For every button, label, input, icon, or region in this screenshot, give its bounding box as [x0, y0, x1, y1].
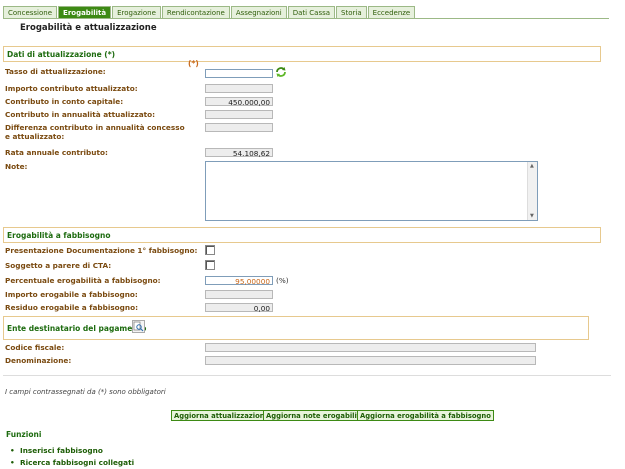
note-scrollbar[interactable]: ▲ ▼ [527, 162, 537, 220]
importo-attualizzato-field [205, 84, 273, 93]
funzioni-title: Funzioni [6, 430, 42, 439]
tasso-label: Tasso di attualizzazione: [5, 67, 106, 76]
differenza-field [205, 123, 273, 132]
divider [3, 375, 611, 376]
required-note: I campi contrassegnati da (*) sono obbli… [5, 388, 166, 396]
rata-label: Rata annuale contributo: [5, 148, 108, 157]
rata-field: 54.108,62 [205, 148, 273, 158]
note-textarea[interactable]: ▲ ▼ [205, 161, 538, 221]
denominazione-field [205, 356, 536, 365]
codice-fiscale-label: Codice fiscale: [5, 343, 65, 352]
differenza-label: Differenza contributo in annualità conce… [5, 123, 185, 141]
capitale-field: 450.000,00 [205, 97, 273, 107]
percentuale-input[interactable]: 95,00000 [205, 276, 273, 286]
annualita-label: Contributo in annualità attualizzato: [5, 110, 156, 119]
importo-erogabile-label: Importo erogabile a fabbisogno: [5, 290, 138, 299]
scroll-up-icon[interactable]: ▲ [530, 163, 534, 169]
percentuale-label: Percentuale erogabilità a fabbisogno: [5, 276, 161, 285]
presentazione-checkbox[interactable] [205, 245, 215, 255]
inserisci-fabbisogno-label: Inserisci fabbisogno [20, 446, 103, 455]
scroll-down-icon[interactable]: ▼ [530, 213, 534, 219]
denominazione-label: Denominazione: [5, 356, 72, 365]
ricerca-fabbisogni-label: Ricerca fabbisogni collegati [20, 458, 135, 467]
capitale-label: Contributo in conto capitale: [5, 97, 124, 106]
residuo-field: 0,00 [205, 303, 273, 313]
page-title: Erogabilità e attualizzazione [20, 23, 157, 33]
bullet-icon: • [10, 446, 15, 455]
percent-unit: (%) [276, 276, 289, 285]
aggiorna-note-button[interactable]: Aggiorna note erogabilità [263, 410, 368, 421]
section-title-attualizzazione: Dati di attualizzazione (*) [7, 50, 116, 59]
required-marker: (*) [188, 59, 199, 68]
importo-attualizzato-label: Importo contributo attualizzato: [5, 84, 138, 93]
presentazione-label: Presentazione Documentazione 1° fabbisog… [5, 246, 198, 255]
importo-erogabile-field [205, 290, 273, 299]
cta-label: Soggetto a parere di CTA: [5, 261, 112, 270]
section-title-fabbisogno: Erogabilità a fabbisogno [7, 231, 111, 240]
ricerca-fabbisogni-link[interactable]: • Ricerca fabbisogni collegati [10, 458, 135, 467]
aggiorna-fabbisogno-button[interactable]: Aggiorna erogabilità a fabbisogno [357, 410, 494, 421]
cta-checkbox[interactable] [205, 260, 215, 270]
section-title-ente: Ente destinatario del pagamento [7, 324, 147, 333]
residuo-label: Residuo erogabile a fabbisogno: [5, 303, 139, 312]
refresh-icon[interactable] [275, 66, 287, 78]
note-label: Note: [5, 162, 28, 171]
annualita-field [205, 110, 273, 119]
tab-divider [3, 18, 609, 19]
tasso-input[interactable] [205, 69, 273, 78]
inserisci-fabbisogno-link[interactable]: • Inserisci fabbisogno [10, 446, 103, 455]
aggiorna-attualizzazione-button[interactable]: Aggiorna attualizzazione [171, 410, 273, 421]
codice-fiscale-field [205, 343, 536, 352]
search-document-icon[interactable] [132, 320, 145, 333]
bullet-icon: • [10, 458, 15, 467]
tab-bar: Concessione Erogabilità Erogazione Rendi… [3, 6, 416, 19]
